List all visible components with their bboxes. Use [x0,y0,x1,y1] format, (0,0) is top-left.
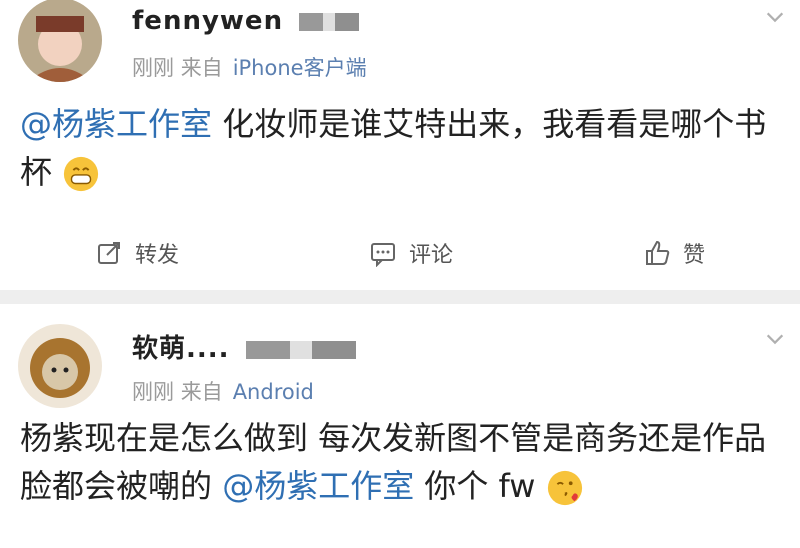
post-text: 你个 fw [414,467,536,505]
chevron-down-icon[interactable] [764,6,786,28]
username-blur [245,340,356,359]
source-client[interactable]: Android [233,380,314,404]
post-content: @杨紫工作室 化妆师是谁艾特出来，我看看是哪个书杯 [20,100,780,196]
username[interactable]: 软萌.... [132,328,356,365]
post-time: 刚刚 [132,380,174,404]
action-bar: 转发 评论 赞 [0,232,800,274]
avatar[interactable] [18,324,102,408]
post-meta: 刚刚 来自 iPhone客户端 [132,52,367,82]
post-content: 杨紫现在是怎么做到 每次发新图不管是商务还是作品 脸都会被嘲的 @杨紫工作室 你… [20,414,780,510]
mention-link[interactable]: @杨紫工作室 [222,467,414,505]
comment-label: 评论 [408,243,453,268]
mention-link[interactable]: @杨紫工作室 [20,105,212,143]
section-divider [0,290,800,304]
repost-button[interactable]: 转发 [95,237,179,269]
repost-icon [97,242,120,264]
post-meta: 刚刚 来自 Android [132,376,314,406]
chevron-down-icon[interactable] [764,328,786,350]
comment-button[interactable]: 评论 [369,237,453,269]
source-prefix: 来自 [180,380,223,404]
post-card: 软萌.... 刚刚 来自 Android 杨紫现在是怎么做到 每次发新图不管是商务… [0,304,800,548]
like-label: 赞 [682,243,705,268]
like-icon [645,240,670,265]
avatar[interactable] [18,0,102,82]
post-card: fennywen 刚刚 来自 iPhone客户端 @杨紫工作室 化妆师是谁艾特出来… [0,0,800,290]
source-prefix: 来自 [180,56,223,80]
source-client[interactable]: iPhone客户端 [233,56,367,80]
username[interactable]: fennywen [132,6,360,36]
kiss-emoji [547,470,582,506]
comment-icon [370,243,395,267]
grin-emoji [64,156,99,192]
repost-label: 转发 [134,243,179,268]
like-button[interactable]: 赞 [643,237,705,269]
post-time: 刚刚 [132,56,174,80]
username-blur [299,12,360,31]
